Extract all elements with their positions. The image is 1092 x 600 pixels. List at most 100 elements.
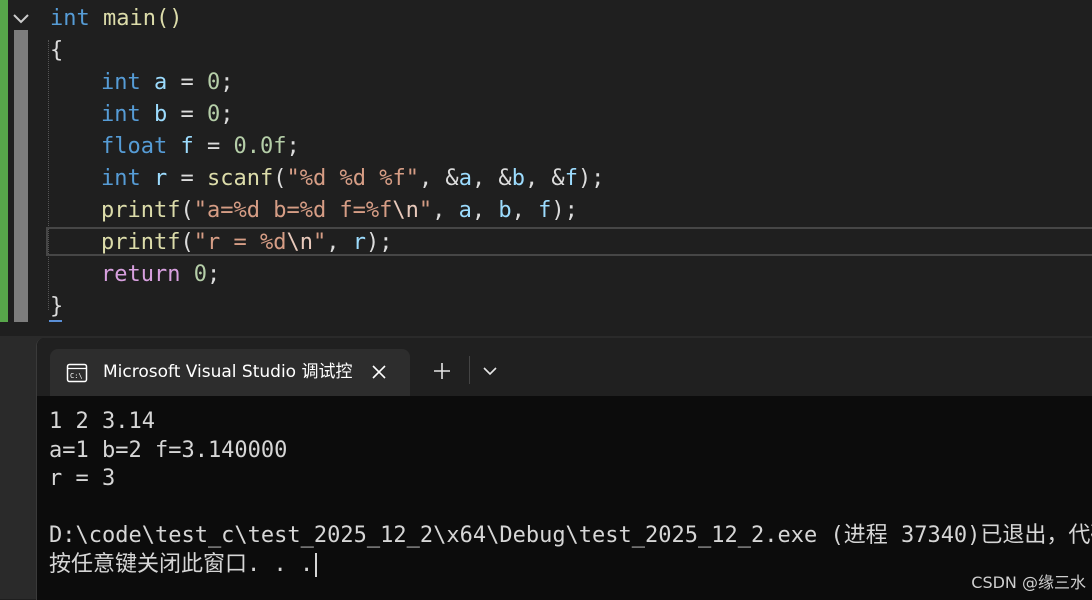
code-token: = [167,166,207,191]
code-token: a [154,70,168,95]
code-token: ); [577,166,605,191]
code-line[interactable]: { [50,35,604,67]
code-token: 0 [193,262,207,287]
code-token: , [326,230,353,255]
console-line: 按任意键关闭此窗口. . . [49,551,1092,580]
console-line: D:\code\test_c\test_2025_12_2\x64\Debug\… [49,522,1092,551]
code-token: ( [180,230,194,255]
code-token: f [538,198,552,223]
code-token: printf [101,198,181,223]
code-line[interactable]: return 0; [50,259,604,291]
code-token: , & [524,166,565,191]
code-token: r [352,230,366,255]
console-line-text: D:\code\test_c\test_2025_12_2\x64\Debug\… [49,523,1092,548]
code-editor[interactable]: int main(){int a = 0; int b = 0; float f =… [0,0,1092,336]
chevron-down-icon[interactable] [481,362,499,380]
code-token: , [432,198,459,223]
code-token: "%d %d %f" [286,166,419,191]
code-token: 0 [207,102,221,127]
code-token: f [564,166,578,191]
code-token: ; [286,134,300,159]
code-token: } [50,294,64,319]
code-line[interactable]: int r = scanf("%d %d %f", &a, &b, &f); [50,163,604,195]
code-token: b [498,198,512,223]
code-line[interactable]: printf("r = %d\n", r); [50,227,604,259]
console-icon: C:\ [66,363,88,383]
code-token: int [50,6,90,31]
code-line[interactable]: printf("a=%d b=%d f=%f\n", a, b, f); [50,195,604,227]
code-token: int [101,70,141,95]
watermark-text: CSDN @缘三水 [971,573,1086,592]
code-token: , & [418,166,459,191]
code-token: b [511,166,525,191]
code-token: printf [101,230,181,255]
console-line: a=1 b=2 f=3.140000 [49,437,1092,466]
code-token: = [167,102,207,127]
close-icon[interactable] [370,363,388,381]
new-tab-plus-icon[interactable] [431,360,453,382]
code-token: \n [392,198,419,223]
code-line[interactable]: } [50,291,604,323]
code-token: b [154,102,168,127]
code-token: r [154,166,168,191]
code-token: main() [89,6,183,31]
code-token: , & [471,166,512,191]
collapse-chevron-icon[interactable] [12,10,30,28]
code-token: " [418,198,433,223]
console-line-text: r = 3 [49,466,116,491]
code-token: scanf [207,166,274,191]
code-token: float [101,134,168,159]
code-token: ; [206,262,221,287]
code-token: ( [180,198,194,223]
code-line[interactable]: int main() [50,3,604,35]
code-token: f [180,134,194,159]
code-token: int [101,166,141,191]
code-token: , [511,198,539,223]
code-line[interactable]: int b = 0; [50,99,604,131]
code-token: a [458,198,472,223]
code-token: = [193,134,234,159]
debug-console-window[interactable]: C:\ Microsoft Visual Studio 调试控制台 1 2 3.… [36,338,1092,600]
code-token: { [50,38,64,63]
code-token: ); [365,230,393,255]
tab-strip: C:\ Microsoft Visual Studio 调试控制台 [37,338,1092,396]
code-lines[interactable]: int main(){int a = 0; int b = 0; float f =… [50,3,604,323]
console-line: 1 2 3.14 [49,408,1092,437]
code-token: ; [220,70,234,95]
svg-text:C:\: C:\ [70,372,83,380]
code-token: , [471,198,499,223]
brace-match-marker [49,320,62,322]
code-line[interactable]: int a = 0; [50,67,604,99]
console-output[interactable]: 1 2 3.14 a=1 b=2 f=3.140000 r = 3 D:\code\t… [49,408,1092,579]
console-line: r = 3 [49,465,1092,494]
code-token: " [312,230,327,255]
code-token: = [167,70,207,95]
code-token: return [101,262,181,287]
code-token: a [458,166,472,191]
outline-gutter-bar [14,30,28,322]
code-token: 0.0f [233,134,287,159]
code-token: "r = %d [193,230,287,255]
console-line-text: 1 2 3.14 [49,409,155,434]
code-token: ( [273,166,287,191]
tab-debug-console[interactable]: C:\ Microsoft Visual Studio 调试控制台 [50,349,410,396]
code-line[interactable]: float f = 0.0f; [50,131,604,163]
tab-separator [469,356,470,384]
console-line-text: a=1 b=2 f=3.140000 [49,437,288,463]
code-token: ; [220,102,234,127]
code-token: \n [286,230,313,255]
code-token: ); [551,198,578,223]
code-token: "a=%d b=%d f=%f [193,198,393,223]
code-token: int [101,102,141,127]
change-indicator-bar [0,0,8,322]
text-cursor [315,552,318,577]
code-token: 0 [207,70,221,95]
console-line-text: 按任意键关闭此窗口. . . [49,551,314,577]
tab-title: Microsoft Visual Studio 调试控制台 [103,362,353,382]
